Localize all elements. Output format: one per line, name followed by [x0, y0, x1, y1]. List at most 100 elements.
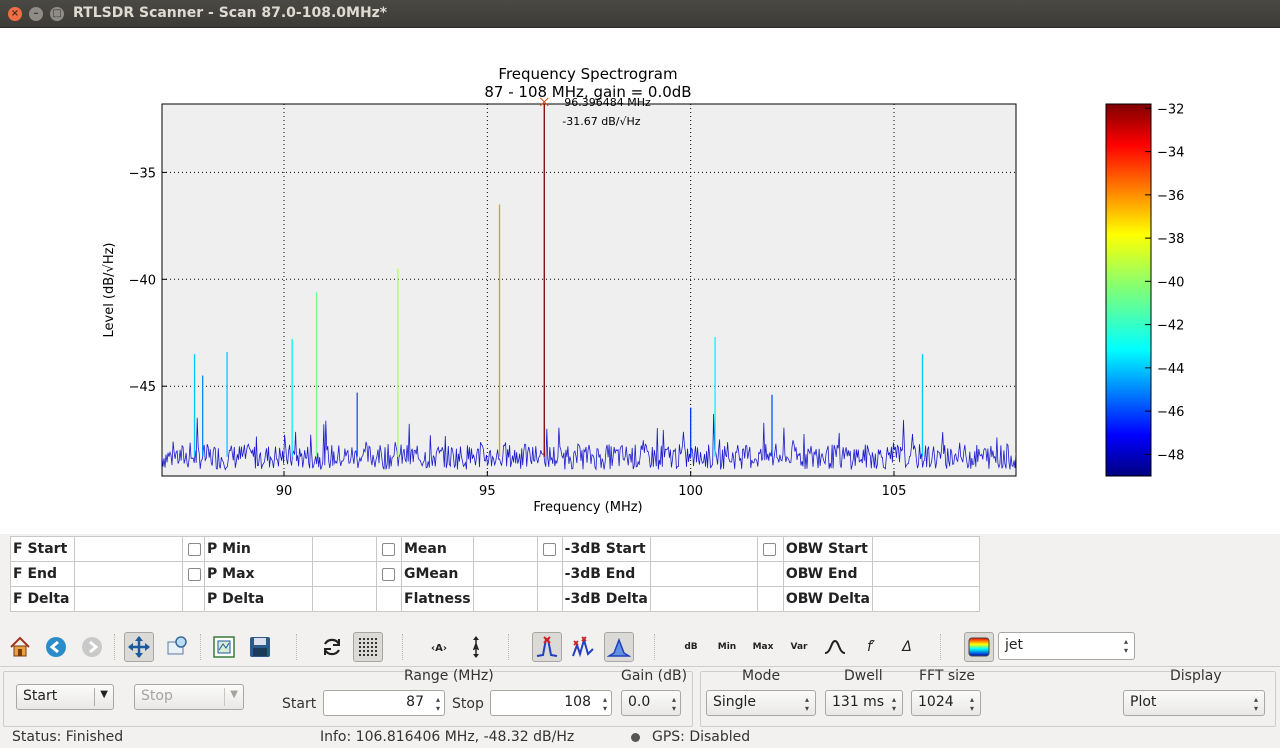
peak-icon[interactable]: [532, 632, 562, 662]
back-icon[interactable]: [41, 632, 71, 662]
p-max-label: P Max: [204, 561, 313, 587]
spin-arrows-icon: ▴ ▾: [1253, 695, 1258, 713]
gps-indicator-icon: [631, 733, 640, 742]
flatness-value: [472, 586, 538, 612]
obw-delta-value: [872, 586, 981, 612]
save-icon[interactable]: [245, 632, 275, 662]
minimize-icon[interactable]: –: [29, 7, 43, 21]
colormap-select[interactable]: jet ▴ ▾: [998, 632, 1135, 660]
gmean-checkbox[interactable]: [382, 567, 395, 581]
obw-start-value: [872, 536, 981, 562]
range-start-input[interactable]: 87 ▴ ▾: [323, 690, 445, 716]
derivative-toggle[interactable]: f′: [856, 632, 886, 662]
svg-text:‹A›: ‹A›: [431, 643, 447, 654]
chevron-down-icon: ▼: [100, 689, 108, 700]
forward-icon[interactable]: [77, 632, 107, 662]
gain-select[interactable]: 0.0 ▴ ▾: [621, 690, 681, 716]
spin-arrows-icon: ▴ ▾: [891, 695, 896, 713]
delta-toggle[interactable]: Δ: [892, 632, 922, 662]
mean-value: [472, 536, 538, 562]
gmean-value: [472, 561, 538, 587]
spin-arrows-icon: ▴ ▾: [671, 695, 676, 713]
chart-title: Frequency Spectrogram: [498, 65, 677, 83]
x-range-icon[interactable]: ‹A›: [424, 632, 454, 662]
colorbar-tick-label: −44: [1157, 362, 1184, 377]
peaks-icon[interactable]: [568, 632, 598, 662]
display-title: Display: [1170, 668, 1222, 684]
colorbar-tick-label: −40: [1157, 275, 1184, 290]
range-stop-input[interactable]: 108 ▴ ▾: [490, 690, 612, 716]
f-end-label: F End: [10, 561, 75, 587]
min-toggle[interactable]: Min: [712, 632, 742, 662]
3db-start-checkbox[interactable]: [542, 542, 556, 556]
close-icon[interactable]: ×: [8, 7, 22, 21]
y-range-icon[interactable]: A: [461, 632, 491, 662]
spin-arrows-icon: ▴ ▾: [1123, 637, 1128, 655]
colorbar-tick-label: −46: [1157, 405, 1184, 420]
fft-select[interactable]: 1024 ▴ ▾: [911, 690, 981, 716]
plot-canvas[interactable]: 90 95 100 105 −35 −40 −45 Frequency Spectrogra…: [0, 28, 1280, 534]
3db-delta-value: [649, 586, 758, 612]
spectrum-chart[interactable]: 90 95 100 105 −35 −40 −45 Frequency Spectrogra…: [0, 28, 1280, 534]
range-start-label: Start: [282, 696, 317, 712]
colorbar-tick-label: −42: [1157, 319, 1184, 334]
y-axis-label: Level (dB/√Hz): [102, 242, 117, 337]
f-delta-label: F Delta: [10, 586, 75, 612]
start-button[interactable]: Start ▼: [16, 684, 114, 710]
f-delta-value: [74, 586, 183, 612]
refresh-icon[interactable]: [317, 632, 347, 662]
db-toggle[interactable]: dB: [676, 632, 706, 662]
measurements-table: F Start P Min Mean -3dB Start OBW Start …: [10, 536, 981, 612]
subplots-icon[interactable]: [209, 632, 239, 662]
status-bar: Status: Finished Info: 106.816406 MHz, -…: [0, 728, 1280, 748]
3db-end-value: [649, 561, 758, 587]
zoom-icon[interactable]: [162, 632, 192, 662]
home-icon[interactable]: [5, 632, 35, 662]
p-min-label: P Min: [204, 536, 313, 562]
3db-start-value: [649, 536, 758, 562]
display-select[interactable]: Plot ▴ ▾: [1123, 690, 1265, 716]
pan-icon[interactable]: [124, 632, 154, 662]
range-title: Range (MHz): [404, 668, 494, 684]
colorbar-tick-label: −34: [1157, 146, 1184, 161]
scan-controls: Start ▼ Stop ▼ Range (MHz) Start 87 ▴ ▾ S…: [0, 666, 1280, 728]
max-toggle[interactable]: Max: [748, 632, 778, 662]
range-stop-label: Stop: [452, 696, 484, 712]
p-delta-label: P Delta: [204, 586, 313, 612]
flatness-label: Flatness: [401, 586, 474, 612]
p-max-checkbox[interactable]: [188, 567, 201, 581]
x-tick-label: 100: [678, 484, 703, 499]
status-text: Status: Finished: [12, 729, 124, 745]
3db-end-label: -3dB End: [561, 561, 651, 587]
colorbar-tick-label: −36: [1157, 189, 1184, 204]
mode-title: Mode: [742, 668, 781, 684]
f-start-value: [74, 536, 183, 562]
dwell-select[interactable]: 131 ms ▴ ▾: [825, 690, 903, 716]
obw-start-checkbox[interactable]: [762, 542, 776, 556]
fill-icon[interactable]: [604, 632, 634, 662]
spin-arrows-icon[interactable]: ▴ ▾: [603, 695, 607, 713]
obw-delta-label: OBW Delta: [782, 586, 874, 612]
mean-checkbox[interactable]: [382, 542, 395, 556]
smooth-icon[interactable]: [820, 632, 850, 662]
y-tick-label: −35: [129, 166, 156, 181]
y-tick-label: −45: [129, 380, 156, 395]
grid-icon[interactable]: [353, 632, 383, 662]
colorbar-tick-label: −38: [1157, 232, 1184, 247]
p-min-checkbox[interactable]: [188, 542, 201, 556]
colormap-icon[interactable]: [964, 632, 994, 662]
x-tick-label: 95: [479, 484, 496, 499]
colorbar: [1105, 103, 1152, 477]
stop-button[interactable]: Stop ▼: [134, 684, 244, 710]
mean-label: Mean: [401, 536, 474, 562]
colorbar-tick-label: −32: [1157, 102, 1184, 117]
spin-arrows-icon: ▴ ▾: [969, 695, 974, 713]
spin-arrows-icon[interactable]: ▴ ▾: [436, 695, 440, 713]
var-toggle[interactable]: Var: [784, 632, 814, 662]
maximize-icon[interactable]: □: [50, 7, 64, 21]
mode-select[interactable]: Single ▴ ▾: [706, 690, 816, 716]
x-axis-label: Frequency (MHz): [533, 500, 642, 515]
peak-frequency-label: 96.396484 MHz: [564, 96, 651, 109]
chevron-down-icon: ▼: [230, 689, 238, 700]
colorbar-tick-label: −48: [1157, 448, 1184, 463]
